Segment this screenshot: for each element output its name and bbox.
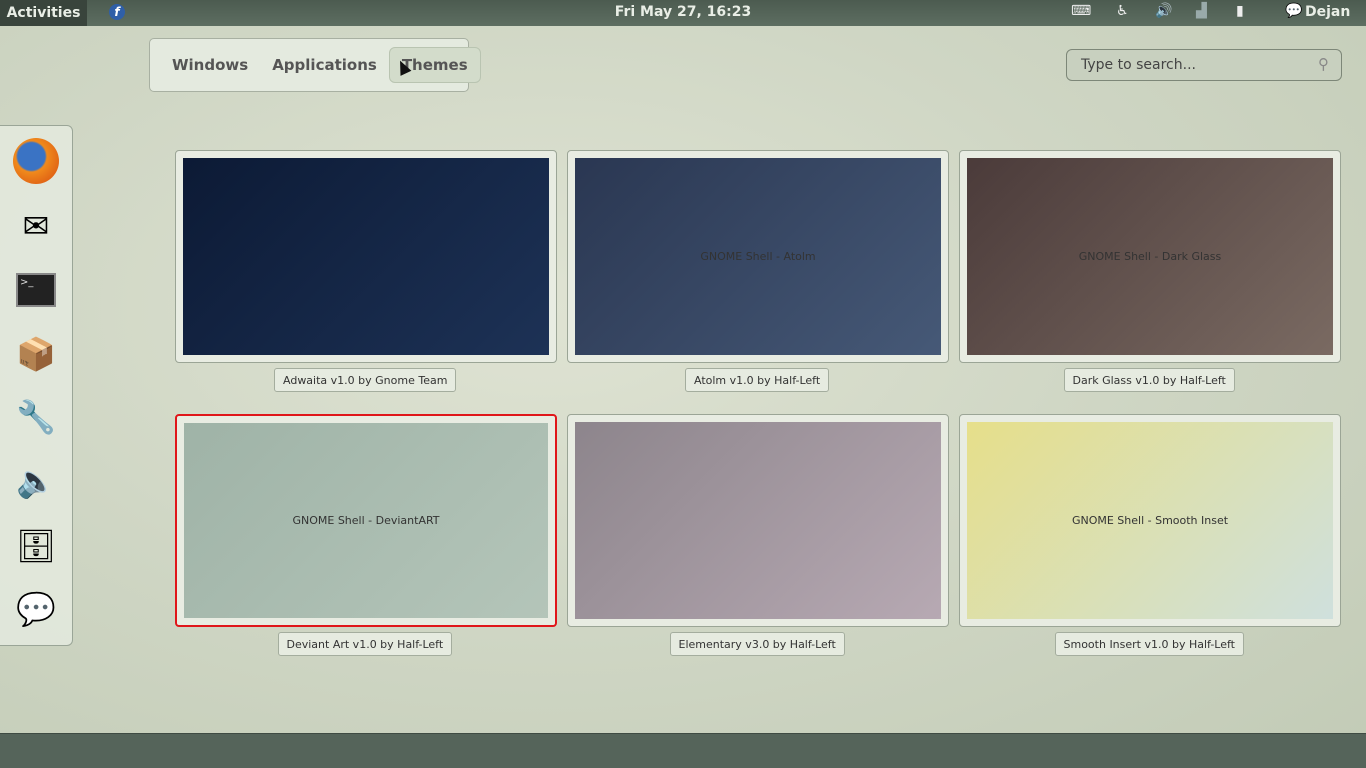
chat-status-icon[interactable]: 💬 <box>1285 3 1302 19</box>
keyboard-icon[interactable]: ⌨ <box>1071 3 1091 19</box>
view-selector: Windows Applications Themes <box>149 38 481 92</box>
search-input[interactable]: Type to search... ⚲ <box>1066 49 1342 81</box>
theme-preview-text: GNOME Shell - Atolm <box>700 250 816 263</box>
settings-tools-icon[interactable]: 🔧 <box>11 392 61 442</box>
theme-preview-text: GNOME Shell - Dark Glass <box>1078 250 1222 263</box>
dash: ✉ >_ 📦 🔧 🔈 🗄 💬 <box>0 125 73 646</box>
theme-preview: GNOME Shell - Dark Glass <box>967 158 1333 355</box>
theme-card[interactable]: GNOME Shell - Atolm <box>567 150 949 363</box>
tab-applications[interactable]: Applications <box>260 48 389 82</box>
theme-label[interactable]: Deviant Art v1.0 by Half-Left <box>277 632 453 656</box>
theme-card[interactable]: GNOME Shell - Dark Glass <box>959 150 1341 363</box>
theme-preview <box>183 158 549 355</box>
theme-preview-text: GNOME Shell - DeviantART <box>292 514 440 527</box>
theme-preview: GNOME Shell - Atolm <box>575 158 941 355</box>
theme-card[interactable] <box>175 150 557 363</box>
accessibility-icon[interactable]: ♿ <box>1116 3 1129 19</box>
theme-preview <box>575 422 941 619</box>
activities-button[interactable]: Activities <box>0 0 87 26</box>
theme-card[interactable]: GNOME Shell - DeviantART <box>175 414 557 627</box>
search-placeholder: Type to search... <box>1081 57 1196 73</box>
theme-label[interactable]: Smooth Insert v1.0 by Half-Left <box>1054 632 1244 656</box>
theme-preview: GNOME Shell - DeviantART <box>184 423 548 618</box>
user-menu[interactable]: Dejan <box>1305 4 1350 20</box>
volume-icon[interactable]: 🔊 <box>1155 3 1172 19</box>
speaker-icon[interactable]: 🔈 <box>11 456 61 506</box>
battery-icon[interactable]: ▮ <box>1236 3 1244 19</box>
theme-label[interactable]: Atolm v1.0 by Half-Left <box>685 368 830 392</box>
tab-windows[interactable]: Windows <box>160 48 260 82</box>
theme-label[interactable]: Adwaita v1.0 by Gnome Team <box>274 368 457 392</box>
firefox-icon[interactable] <box>11 136 61 186</box>
theme-card[interactable]: GNOME Shell - Smooth Inset <box>959 414 1341 627</box>
terminal-icon[interactable]: >_ <box>11 265 61 315</box>
pidgin-chat-icon[interactable]: 💬 <box>11 584 61 634</box>
fedora-logo-icon[interactable]: f <box>109 4 125 20</box>
theme-label[interactable]: Elementary v3.0 by Half-Left <box>669 632 845 656</box>
theme-preview: GNOME Shell - Smooth Inset <box>967 422 1333 619</box>
message-tray <box>0 733 1366 768</box>
theme-card[interactable] <box>567 414 949 627</box>
theme-preview-text: GNOME Shell - Smooth Inset <box>1071 514 1229 527</box>
mail-clock-icon[interactable]: ✉ <box>11 201 61 251</box>
top-bar: Activities f Fri May 27, 16:23 ⌨ ♿ 🔊 ▟ ▮… <box>0 0 1366 26</box>
network-signal-icon[interactable]: ▟ <box>1196 3 1207 19</box>
file-cabinet-icon[interactable]: 🗄 <box>11 521 61 571</box>
search-icon: ⚲ <box>1318 55 1329 73</box>
package-icon[interactable]: 📦 <box>11 329 61 379</box>
theme-label[interactable]: Dark Glass v1.0 by Half-Left <box>1063 368 1235 392</box>
